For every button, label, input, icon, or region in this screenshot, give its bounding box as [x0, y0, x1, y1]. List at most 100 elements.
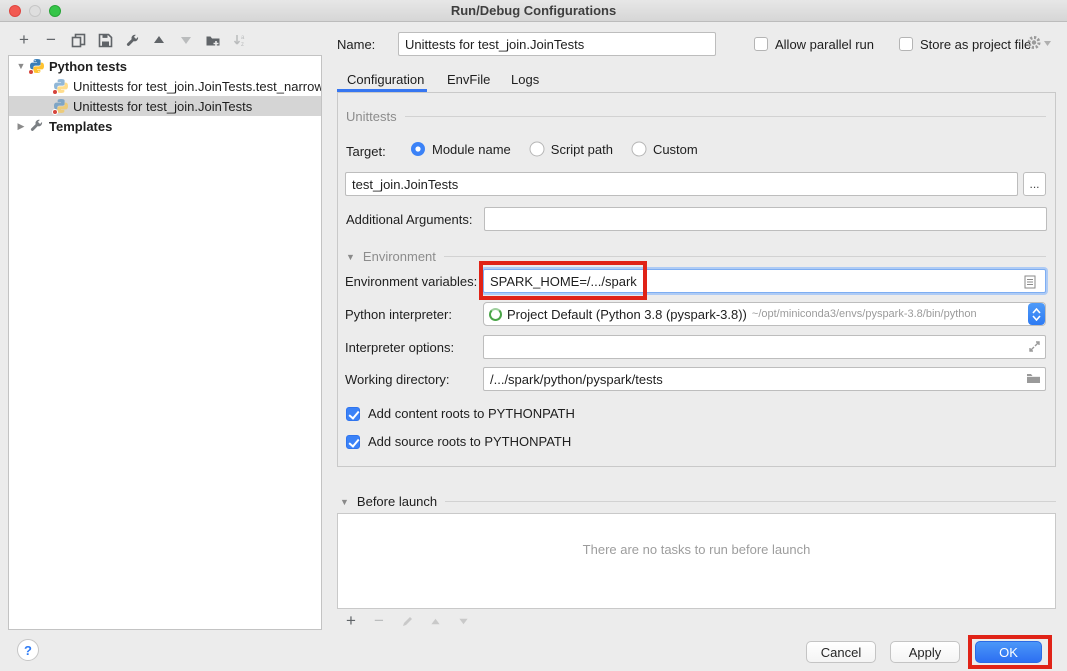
- radio-script-path[interactable]: Script path: [529, 141, 613, 157]
- working-directory-input[interactable]: [483, 367, 1046, 391]
- allow-parallel-run-checkbox[interactable]: Allow parallel run: [754, 36, 874, 52]
- expand-field-icon[interactable]: [1028, 340, 1041, 356]
- group-divider-line: [405, 116, 1046, 117]
- python-interpreter-path: ~/opt/miniconda3/envs/pyspark-3.8/bin/py…: [752, 308, 1028, 320]
- checkbox-checked-icon[interactable]: [346, 407, 360, 421]
- radio-unselected-icon: [529, 141, 545, 157]
- section-collapse-arrow-icon[interactable]: ▼: [340, 497, 349, 507]
- radio-selected-icon: [410, 141, 426, 157]
- before-launch-toolbar: + −: [342, 612, 472, 630]
- apply-button[interactable]: Apply: [890, 641, 960, 663]
- remove-configuration-icon[interactable]: −: [42, 31, 60, 49]
- before-launch-task-list[interactable]: [337, 513, 1056, 609]
- configurations-tree: ▼ Python tests Unittests for test_join.J…: [8, 55, 322, 630]
- before-launch-label: Before launch: [357, 494, 437, 509]
- tree-item-label: Templates: [49, 119, 112, 134]
- window-title: Run/Debug Configurations: [0, 0, 1067, 22]
- svg-text:a: a: [241, 35, 245, 41]
- store-options-gear-icon[interactable]: [1026, 34, 1051, 51]
- templates-wrench-icon: [29, 118, 45, 134]
- additional-arguments-input[interactable]: [484, 207, 1047, 231]
- target-label: Target:: [346, 144, 386, 159]
- move-down-icon: [177, 31, 195, 49]
- copy-configuration-icon[interactable]: [69, 31, 87, 49]
- tree-item-unittests-narrow[interactable]: Unittests for test_join.JoinTests.test_n…: [9, 76, 321, 96]
- combobox-stepper-icon[interactable]: [1028, 303, 1045, 325]
- test-run-mark-icon: [28, 69, 34, 75]
- remove-task-icon: −: [370, 612, 388, 630]
- group-divider-line: [445, 501, 1056, 502]
- titlebar: Run/Debug Configurations: [0, 0, 1067, 22]
- save-configuration-icon[interactable]: [96, 31, 114, 49]
- add-configuration-icon[interactable]: +: [15, 31, 33, 49]
- checkbox-checked-icon[interactable]: [346, 435, 360, 449]
- name-input[interactable]: [398, 32, 716, 56]
- tab-envfile[interactable]: EnvFile: [447, 70, 490, 90]
- expand-arrow-icon[interactable]: ▼: [15, 61, 27, 71]
- tab-logs[interactable]: Logs: [511, 70, 539, 90]
- tree-item-label: Unittests for test_join.JoinTests: [73, 99, 252, 114]
- python-tests-icon: [29, 58, 45, 74]
- browse-target-button[interactable]: ...: [1023, 172, 1046, 196]
- create-folder-icon[interactable]: [204, 31, 222, 49]
- conda-interpreter-icon: [489, 308, 502, 321]
- configurations-toolbar: + − az: [15, 31, 249, 49]
- move-task-down-icon: [454, 612, 472, 630]
- allow-parallel-run-label: Allow parallel run: [775, 37, 874, 52]
- before-launch-empty-message: There are no tasks to run before launch: [337, 542, 1056, 557]
- svg-text:z: z: [241, 42, 244, 48]
- radio-custom-label: Custom: [653, 142, 698, 157]
- sort-alphabetically-icon: az: [231, 31, 249, 49]
- tree-item-label: Unittests for test_join.JoinTests.test_n…: [73, 79, 321, 94]
- help-button[interactable]: ?: [17, 639, 39, 661]
- environment-variables-input[interactable]: [483, 269, 1046, 293]
- tab-configuration[interactable]: Configuration: [347, 70, 424, 90]
- edit-environment-variables-icon[interactable]: [1024, 275, 1036, 292]
- browse-folder-icon[interactable]: [1026, 372, 1041, 387]
- collapse-arrow-icon[interactable]: ▶: [15, 121, 27, 132]
- edit-task-icon: [398, 612, 416, 630]
- tree-item-templates[interactable]: ▶ Templates: [9, 116, 321, 136]
- unittests-group-header: Unittests: [346, 109, 1046, 124]
- environment-variables-label: Environment variables:: [345, 274, 477, 289]
- radio-module-name-label: Module name: [432, 142, 511, 157]
- tree-item-label: Python tests: [49, 59, 127, 74]
- test-run-mark-icon: [52, 109, 58, 115]
- tree-item-python-tests[interactable]: ▼ Python tests: [9, 56, 321, 76]
- add-content-roots-label: Add content roots to PYTHONPATH: [368, 406, 575, 421]
- test-run-mark-icon: [52, 89, 58, 95]
- add-source-roots-checkbox[interactable]: Add source roots to PYTHONPATH: [346, 434, 571, 449]
- ok-button[interactable]: OK: [975, 641, 1042, 663]
- radio-script-path-label: Script path: [551, 142, 613, 157]
- store-as-project-file-label: Store as project file: [920, 37, 1031, 52]
- python-interpreter-select[interactable]: Project Default (Python 3.8 (pyspark-3.8…: [483, 302, 1046, 326]
- store-as-project-file-checkbox[interactable]: Store as project file: [899, 36, 1031, 52]
- tree-item-unittests-jointests-selected[interactable]: Unittests for test_join.JoinTests: [9, 96, 321, 116]
- add-source-roots-label: Add source roots to PYTHONPATH: [368, 434, 571, 449]
- edit-templates-icon[interactable]: [123, 31, 141, 49]
- move-up-icon[interactable]: [150, 31, 168, 49]
- radio-module-name[interactable]: Module name: [410, 141, 511, 157]
- before-launch-header[interactable]: ▼ Before launch: [340, 494, 1056, 509]
- working-directory-label: Working directory:: [345, 372, 450, 387]
- checkbox-unchecked-icon[interactable]: [754, 37, 768, 51]
- cancel-button[interactable]: Cancel: [806, 641, 876, 663]
- radio-custom[interactable]: Custom: [631, 141, 698, 157]
- python-test-icon: [53, 98, 69, 114]
- python-interpreter-label: Python interpreter:: [345, 307, 452, 322]
- add-content-roots-checkbox[interactable]: Add content roots to PYTHONPATH: [346, 406, 575, 421]
- run-debug-configurations-dialog: Run/Debug Configurations + − az ▼: [0, 0, 1067, 671]
- additional-arguments-label: Additional Arguments:: [346, 212, 472, 227]
- checkbox-unchecked-icon[interactable]: [899, 37, 913, 51]
- interpreter-options-input[interactable]: [483, 335, 1046, 359]
- python-test-icon: [53, 78, 69, 94]
- radio-unselected-icon: [631, 141, 647, 157]
- target-radio-group: Module name Script path Custom: [410, 141, 698, 157]
- target-input[interactable]: [345, 172, 1018, 196]
- move-task-up-icon: [426, 612, 444, 630]
- python-interpreter-value: Project Default (Python 3.8 (pyspark-3.8…: [507, 307, 747, 322]
- section-collapse-arrow-icon[interactable]: ▼: [346, 252, 355, 262]
- unittests-group-title: Unittests: [346, 109, 397, 124]
- environment-section-header[interactable]: ▼ Environment: [346, 249, 1046, 264]
- add-task-icon[interactable]: +: [342, 612, 360, 630]
